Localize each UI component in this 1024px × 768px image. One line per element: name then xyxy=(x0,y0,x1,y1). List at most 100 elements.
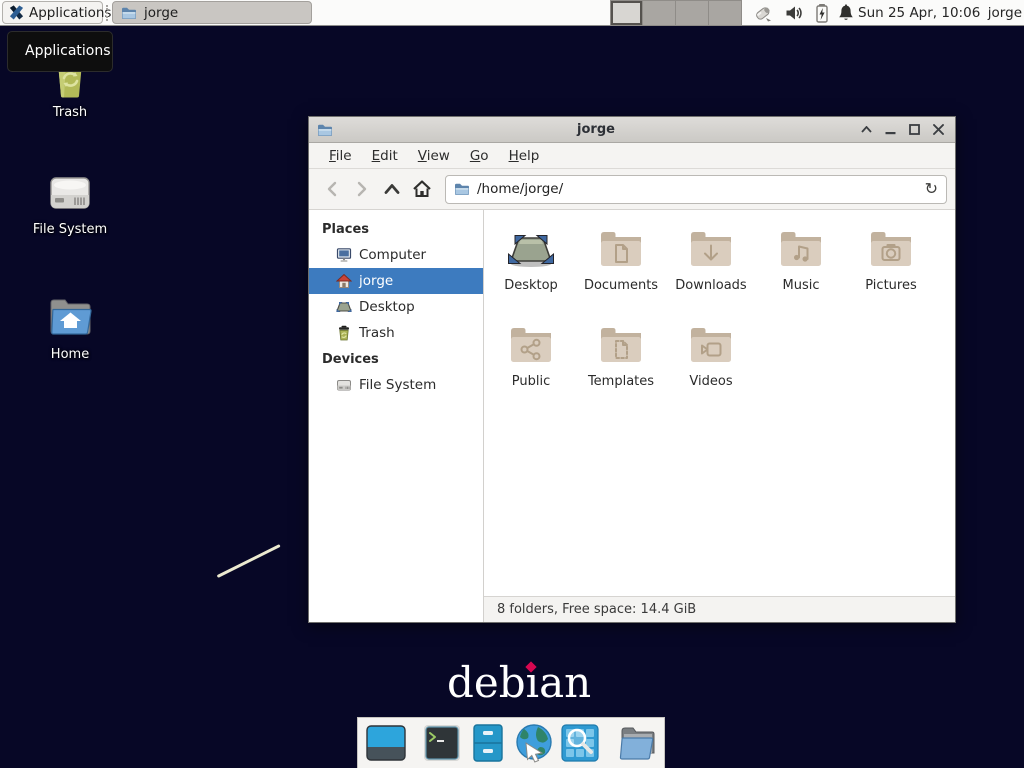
debian-logo-text: an xyxy=(539,658,591,707)
window-title: jorge xyxy=(333,122,859,137)
desktop-icon-label: File System xyxy=(20,222,120,237)
battery-tray-icon[interactable] xyxy=(812,3,832,23)
workspace-switcher xyxy=(610,0,742,26)
close-button[interactable] xyxy=(931,123,945,137)
sidebar-item-file-system[interactable]: File System xyxy=(309,372,483,398)
file-item-downloads[interactable]: Downloads xyxy=(666,223,756,319)
notifications-bell-tray-icon[interactable] xyxy=(836,3,856,23)
downloads-folder-icon xyxy=(687,227,735,271)
path-bar[interactable]: /home/jorge/ ↻ xyxy=(445,175,947,204)
sidebar-item-trash[interactable]: Trash xyxy=(309,320,483,346)
taskbar-folder-icon xyxy=(121,6,137,20)
desktop-icon-label: Home xyxy=(20,347,120,362)
file-item-public[interactable]: Public xyxy=(486,319,576,415)
file-item-label: Documents xyxy=(584,278,658,293)
documents-folder-icon xyxy=(597,227,645,271)
applications-menu-button[interactable]: Applications xyxy=(2,1,103,24)
taskbar-window-button[interactable]: jorge xyxy=(112,1,312,24)
desktop-icon-file-system[interactable]: File System xyxy=(20,168,120,237)
sidebar-item-computer[interactable]: Computer xyxy=(309,242,483,268)
folder-launcher[interactable] xyxy=(616,723,656,763)
top-panel: Applications jorge xyxy=(0,0,1024,26)
menu-help[interactable]: Help xyxy=(499,145,550,167)
menu-file[interactable]: File xyxy=(319,145,362,167)
places-header: Places xyxy=(309,216,483,242)
minimize-button[interactable] xyxy=(883,123,897,137)
sidebar-item-label: jorge xyxy=(359,273,393,289)
sidebar-item-label: Computer xyxy=(359,247,426,263)
hard-drive-icon xyxy=(46,168,94,216)
status-bar: 8 folders, Free space: 14.4 GiB xyxy=(484,596,955,622)
maximize-button[interactable] xyxy=(907,123,921,137)
menu-view[interactable]: View xyxy=(408,145,460,167)
public-folder-icon xyxy=(507,323,555,367)
cursor-trail-line xyxy=(217,544,281,578)
taskbar-handle xyxy=(106,5,109,21)
desktop-pad-icon xyxy=(507,227,555,271)
file-item-pictures[interactable]: Pictures xyxy=(846,223,936,319)
file-item-label: Public xyxy=(512,374,550,389)
web-browser-launcher[interactable] xyxy=(514,723,554,763)
input-device-tray-icon[interactable] xyxy=(753,3,773,23)
home-icon xyxy=(336,273,352,289)
menubar: File Edit View Go Help xyxy=(309,143,955,169)
panel-user-label: jorge xyxy=(988,0,1022,26)
file-manager-window: jorge File Edit View Go Help xyxy=(308,116,956,623)
path-input[interactable]: /home/jorge/ xyxy=(477,181,918,197)
status-text: 8 folders, Free space: 14.4 GiB xyxy=(497,602,696,617)
trash-mini-icon xyxy=(336,325,352,341)
panel-clock: Sun 25 Apr, 10:06 xyxy=(858,0,980,26)
file-item-label: Downloads xyxy=(675,278,746,293)
debian-logo: debıan xyxy=(447,658,591,707)
sidebar-item-label: File System xyxy=(359,377,436,393)
taskbar-window-label: jorge xyxy=(144,5,178,21)
menu-edit[interactable]: Edit xyxy=(362,145,408,167)
file-manager-launcher[interactable] xyxy=(468,723,508,763)
sidebar-item-jorge[interactable]: jorge xyxy=(309,268,483,294)
workspace-2[interactable] xyxy=(643,0,676,26)
home-folder-icon xyxy=(46,293,94,341)
menu-go[interactable]: Go xyxy=(460,145,499,167)
templates-folder-icon xyxy=(597,323,645,367)
terminal-launcher[interactable] xyxy=(422,723,462,763)
drive-mini-icon xyxy=(336,377,352,393)
computer-icon xyxy=(336,247,352,263)
sidebar-item-label: Trash xyxy=(359,325,395,341)
file-item-music[interactable]: Music xyxy=(756,223,846,319)
applications-menu-label: Applications xyxy=(29,5,111,21)
titlebar[interactable]: jorge xyxy=(309,117,955,143)
sidebar-item-desktop[interactable]: Desktop xyxy=(309,294,483,320)
back-button[interactable] xyxy=(317,175,347,203)
music-folder-icon xyxy=(777,227,825,271)
home-button[interactable] xyxy=(407,175,437,203)
file-item-videos[interactable]: Videos xyxy=(666,319,756,415)
applications-tooltip: Applications xyxy=(7,31,113,72)
file-item-templates[interactable]: Templates xyxy=(576,319,666,415)
workspace-1[interactable] xyxy=(610,0,643,26)
pictures-folder-icon xyxy=(867,227,915,271)
window-folder-icon xyxy=(317,123,333,137)
debian-logo-i: ı xyxy=(526,658,539,707)
app-finder-launcher[interactable] xyxy=(560,723,600,763)
up-button[interactable] xyxy=(377,175,407,203)
file-item-label: Music xyxy=(783,278,820,293)
workspace-3[interactable] xyxy=(676,0,709,26)
debian-logo-text: deb xyxy=(447,658,526,707)
files-view: Desktop Documents xyxy=(484,210,955,596)
desktop-icon-home[interactable]: Home xyxy=(20,293,120,362)
sidebar-item-label: Desktop xyxy=(359,299,415,315)
xfce-logo-icon xyxy=(9,5,24,20)
file-item-documents[interactable]: Documents xyxy=(576,223,666,319)
reload-button[interactable]: ↻ xyxy=(925,181,938,197)
devices-header: Devices xyxy=(309,346,483,372)
shade-button[interactable] xyxy=(859,123,873,137)
file-item-desktop[interactable]: Desktop xyxy=(486,223,576,319)
show-desktop-button[interactable] xyxy=(366,723,406,763)
workspace-4[interactable] xyxy=(709,0,742,26)
forward-button[interactable] xyxy=(347,175,377,203)
file-item-label: Desktop xyxy=(504,278,558,293)
volume-tray-icon[interactable] xyxy=(784,3,804,23)
toolbar: /home/jorge/ ↻ xyxy=(309,169,955,210)
sidebar: Places Computer xyxy=(309,210,484,622)
desktop-icon-label: Trash xyxy=(20,105,120,120)
